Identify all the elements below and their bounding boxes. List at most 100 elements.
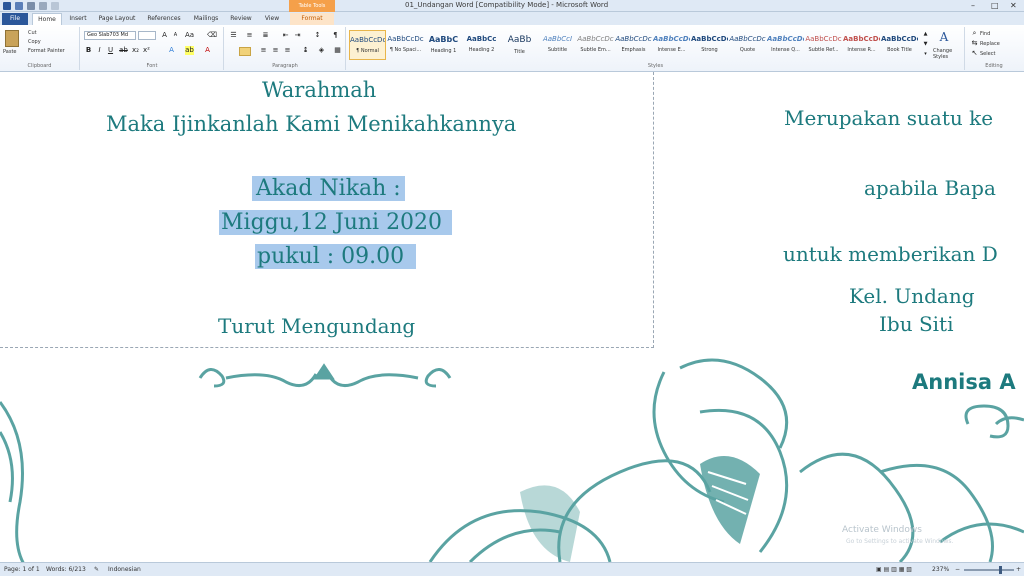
- tab-review[interactable]: Review: [226, 13, 256, 25]
- tab-insert[interactable]: Insert: [64, 13, 92, 25]
- doc-akad-time[interactable]: pukul : 09.00: [255, 244, 417, 269]
- styles-more-icon[interactable]: ▾: [921, 50, 930, 59]
- tab-view[interactable]: View: [258, 13, 286, 25]
- doc-akad-date[interactable]: Miggu,12 Juni 2020: [219, 210, 453, 235]
- replace-button[interactable]: Replace: [980, 41, 1000, 47]
- increase-indent-icon[interactable]: ⇥: [293, 31, 302, 40]
- change-styles-icon[interactable]: A: [937, 30, 951, 44]
- change-case-icon[interactable]: Aa: [185, 31, 194, 40]
- highlight-icon[interactable]: ab: [185, 46, 194, 55]
- font-size-combo[interactable]: [138, 31, 156, 40]
- decrease-indent-icon[interactable]: ⇤: [281, 31, 290, 40]
- doc-right-line6[interactable]: Annisa A: [912, 370, 1016, 394]
- justify-icon[interactable]: ≡: [283, 46, 292, 55]
- style-subtle-emphasis[interactable]: AaBbCcDc Subtle Em...: [577, 30, 614, 60]
- text-effects-icon[interactable]: A: [167, 46, 176, 55]
- style-heading-1[interactable]: AaBbC Heading 1: [425, 30, 462, 60]
- doc-right-line5[interactable]: Ibu Siti: [879, 312, 953, 336]
- bullets-icon[interactable]: ☰: [229, 31, 238, 40]
- style-normal[interactable]: AaBbCcDc ¶ Normal: [349, 30, 386, 60]
- view-buttons[interactable]: ▣ ▤ ▥ ▦ ▧: [876, 566, 912, 573]
- doc-akad-nikah[interactable]: Akad Nikah :: [252, 176, 405, 201]
- shading-icon[interactable]: ◈: [317, 46, 326, 55]
- format-painter-button[interactable]: Format Painter: [28, 48, 65, 54]
- style-intense-emphasis[interactable]: AaBbCcDc Intense E...: [653, 30, 690, 60]
- style-intense-quote[interactable]: AaBbCcDc Intense Q...: [767, 30, 804, 60]
- zoom-out-icon[interactable]: −: [955, 566, 960, 573]
- style-heading-2[interactable]: AaBbCc Heading 2: [463, 30, 500, 60]
- subscript-icon[interactable]: x₂: [131, 46, 140, 55]
- sort-icon[interactable]: ↕: [313, 31, 322, 40]
- doc-line-warahmah[interactable]: Warahmah: [262, 78, 376, 102]
- underline-icon[interactable]: U: [106, 46, 115, 55]
- zoom-in-icon[interactable]: +: [1016, 566, 1021, 573]
- borders-icon[interactable]: ▦: [333, 46, 342, 55]
- word-app-icon[interactable]: [3, 2, 11, 10]
- paste-icon[interactable]: [5, 30, 19, 47]
- style-strong[interactable]: AaBbCcDc Strong: [691, 30, 728, 60]
- style-name: ¶ No Spaci...: [389, 47, 422, 53]
- page-count[interactable]: Page: 1 of 1: [4, 566, 40, 573]
- doc-right-line3[interactable]: untuk memberikan D: [783, 242, 998, 266]
- style-subtitle[interactable]: AaBbCcI Subtitle: [539, 30, 576, 60]
- show-marks-icon[interactable]: ¶: [331, 31, 340, 40]
- word-window: { "window": { "title": "01_Undangan Word…: [0, 0, 1024, 576]
- tab-mailings[interactable]: Mailings: [188, 13, 224, 25]
- minimize-button[interactable]: –: [971, 1, 975, 10]
- superscript-icon[interactable]: x²: [142, 46, 151, 55]
- doc-right-line2[interactable]: apabila Bapa: [864, 176, 996, 200]
- tab-home[interactable]: Home: [32, 13, 62, 25]
- select-button[interactable]: Select: [980, 51, 995, 57]
- style-quote[interactable]: AaBbCcDc Quote: [729, 30, 766, 60]
- tab-format[interactable]: Format: [290, 13, 334, 25]
- zoom-slider-thumb[interactable]: [999, 566, 1002, 574]
- language[interactable]: Indonesian: [108, 566, 141, 573]
- align-left-icon[interactable]: [239, 47, 251, 56]
- tab-file[interactable]: File: [2, 13, 28, 25]
- align-right-icon[interactable]: ≡: [271, 46, 280, 55]
- italic-icon[interactable]: I: [95, 46, 104, 55]
- proofing-icon[interactable]: ✎: [94, 566, 99, 573]
- tab-page-layout[interactable]: Page Layout: [94, 13, 140, 25]
- style-subtle-reference[interactable]: AaBbCcDc Subtle Ref...: [805, 30, 842, 60]
- save-icon[interactable]: [15, 2, 23, 10]
- bold-icon[interactable]: B: [84, 46, 93, 55]
- doc-right-line1[interactable]: Merupakan suatu ke: [784, 106, 993, 130]
- document-area[interactable]: Warahmah Maka Ijinkanlah Kami Menikahkan…: [0, 72, 1024, 562]
- doc-line-maka[interactable]: Maka Ijinkanlah Kami Menikahkannya: [106, 112, 516, 136]
- customize-qat-icon[interactable]: [51, 2, 59, 10]
- styles-scroll-up-icon[interactable]: ▲: [921, 30, 930, 39]
- strikethrough-icon[interactable]: ab: [119, 46, 128, 55]
- font-color-icon[interactable]: A: [203, 46, 212, 55]
- zoom-slider[interactable]: [964, 569, 1014, 571]
- word-count[interactable]: Words: 6/213: [46, 566, 86, 573]
- font-name-combo[interactable]: Geo Slab703 Md: [84, 31, 136, 40]
- multilevel-list-icon[interactable]: ≣: [261, 31, 270, 40]
- doc-right-line4[interactable]: Kel. Undang: [849, 284, 975, 308]
- shrink-font-icon[interactable]: A: [171, 31, 180, 40]
- change-styles-button[interactable]: Change Styles: [933, 48, 959, 60]
- copy-button[interactable]: Copy: [28, 39, 41, 45]
- close-button[interactable]: ✕: [1010, 1, 1017, 10]
- styles-scroll-down-icon[interactable]: ▼: [921, 40, 930, 49]
- doc-turut-mengundang[interactable]: Turut Mengundang: [218, 314, 415, 338]
- maximize-button[interactable]: □: [991, 1, 999, 10]
- style-emphasis[interactable]: AaBbCcDc Emphasis: [615, 30, 652, 60]
- zoom-level[interactable]: 237%: [932, 566, 949, 573]
- style-no-spacing[interactable]: AaBbCcDc ¶ No Spaci...: [387, 30, 424, 60]
- find-button[interactable]: Find: [980, 31, 990, 37]
- grow-font-icon[interactable]: A: [160, 31, 169, 40]
- style-title[interactable]: AaBb Title: [501, 30, 538, 60]
- tab-references[interactable]: References: [142, 13, 186, 25]
- paragraph-group: ☰ ≡ ≣ ⇤ ⇥ ↕ ¶ ≡ ≡ ≡ ↨ ◈ ▦ Paragraph: [225, 27, 346, 70]
- undo-icon[interactable]: [27, 2, 35, 10]
- paste-button[interactable]: Paste: [3, 49, 17, 55]
- align-center-icon[interactable]: ≡: [259, 46, 268, 55]
- numbering-icon[interactable]: ≡: [245, 31, 254, 40]
- style-book-title[interactable]: AaBbCcDc Book Title: [881, 30, 918, 60]
- redo-icon[interactable]: [39, 2, 47, 10]
- style-intense-reference[interactable]: AaBbCcDc Intense R...: [843, 30, 880, 60]
- line-spacing-icon[interactable]: ↨: [301, 46, 310, 55]
- cut-button[interactable]: Cut: [28, 30, 37, 36]
- clear-formatting-icon[interactable]: ⌫: [207, 31, 217, 40]
